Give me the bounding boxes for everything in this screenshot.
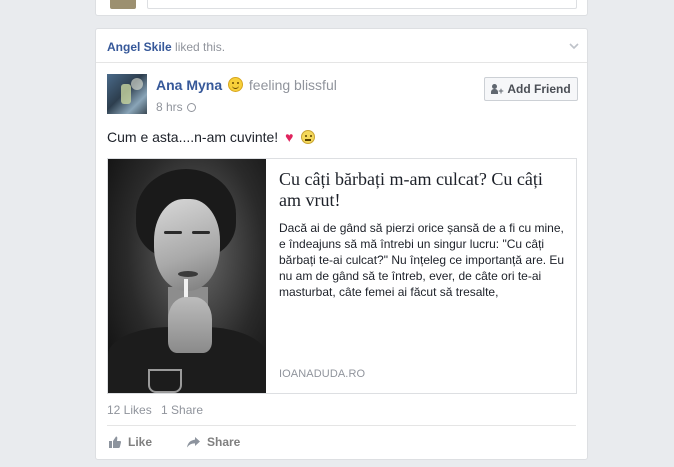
- add-friend-icon: +: [491, 83, 504, 95]
- share-button[interactable]: Share: [186, 435, 240, 449]
- link-preview-image[interactable]: [108, 159, 266, 393]
- post-timestamp[interactable]: 8 hrs: [156, 100, 183, 114]
- previous-comment-input[interactable]: [147, 0, 577, 9]
- share-label: Share: [207, 435, 241, 449]
- link-preview-body: Cu câți bărbați m-am culcat? Cu câți am …: [279, 169, 569, 389]
- liker-suffix: liked this.: [171, 40, 226, 54]
- post-stats: 12 Likes 1 Share: [107, 403, 203, 417]
- link-preview-description: Dacă ai de gând să pierzi orice șansă de…: [279, 221, 565, 299]
- link-preview-domain: IOANADUDA.RO: [279, 368, 366, 380]
- feeling-text[interactable]: feeling blissful: [249, 77, 337, 93]
- actions-divider: [107, 425, 576, 426]
- chevron-down-icon[interactable]: [569, 41, 579, 51]
- story-header: Angel Skile liked this.: [96, 29, 587, 63]
- globe-icon[interactable]: [186, 103, 196, 112]
- like-label: Like: [128, 435, 153, 449]
- shares-count-link[interactable]: 1 Share: [161, 403, 203, 417]
- link-preview-title[interactable]: Cu câți bărbați m-am culcat? Cu câți am …: [279, 169, 569, 211]
- add-friend-label: Add Friend: [507, 82, 571, 96]
- previous-post-card: [95, 0, 588, 16]
- link-preview-card[interactable]: Cu câți bărbați m-am culcat? Cu câți am …: [107, 158, 577, 394]
- post-text: Cum e asta....n-am cuvinte! ♥: [107, 129, 316, 145]
- like-button[interactable]: Like: [108, 435, 152, 449]
- smiley-icon: [228, 77, 244, 92]
- heart-icon: ♥: [285, 129, 294, 145]
- post-actions-bar: Like Share: [96, 425, 587, 461]
- thumbs-up-icon: [109, 436, 122, 448]
- avatar[interactable]: [107, 74, 147, 114]
- likes-count-link[interactable]: 12 Likes: [107, 403, 152, 417]
- neutral-face-icon: [301, 130, 316, 144]
- liker-name-link[interactable]: Angel Skile: [107, 40, 172, 54]
- add-friend-button[interactable]: + Add Friend: [484, 77, 578, 101]
- feed-post-card: Angel Skile liked this. Ana Myna feeling…: [95, 28, 588, 460]
- author-name-link[interactable]: Ana Myna: [156, 77, 222, 93]
- share-arrow-icon: [187, 436, 200, 447]
- previous-post-thumbnail: [110, 0, 136, 9]
